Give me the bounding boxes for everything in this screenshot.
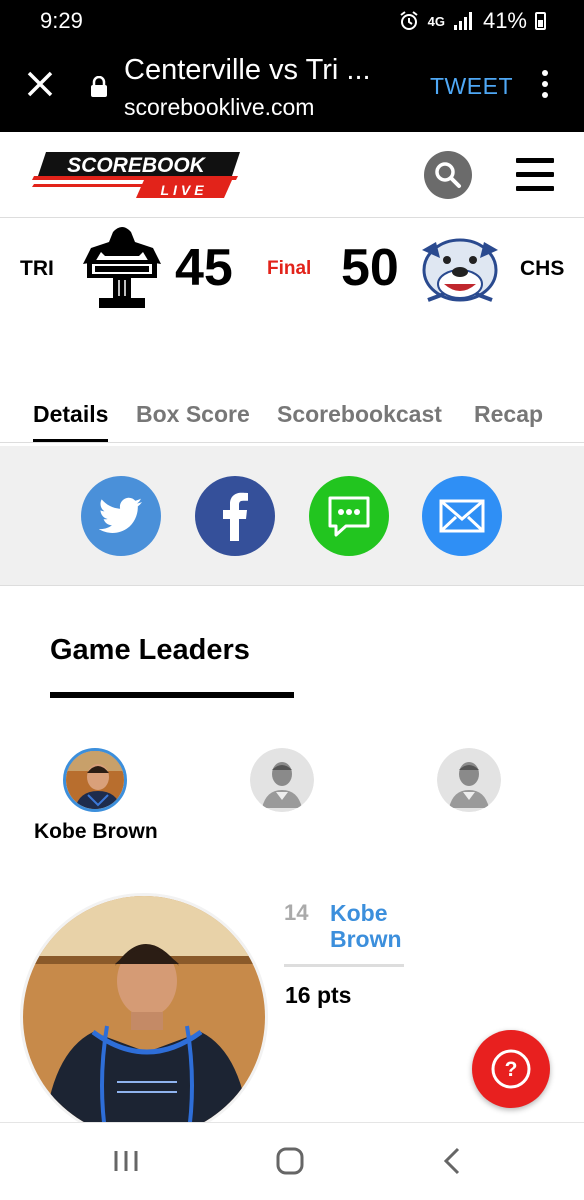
network-type: 4G <box>427 13 445 29</box>
tab-details[interactable]: Details <box>33 401 109 442</box>
logo-text-top: SCOREBOOK <box>67 154 207 177</box>
close-icon[interactable] <box>24 68 56 100</box>
away-team-abbr: TRI <box>20 257 54 280</box>
player-jersey-number: 14 <box>284 900 309 925</box>
tab-box-score[interactable]: Box Score <box>136 401 250 428</box>
sms-icon[interactable] <box>309 476 389 556</box>
away-team-logo[interactable] <box>79 222 165 310</box>
more-options-icon[interactable] <box>542 70 550 103</box>
status-time: 9:29 <box>40 8 83 33</box>
page-title: Centerville vs Tri ... <box>124 54 371 86</box>
tweet-button[interactable]: TWEET <box>430 73 513 100</box>
game-status: Final <box>267 258 312 279</box>
logo-text-bottom: LIVE <box>160 182 207 198</box>
game-leaders-underline <box>50 692 294 698</box>
leader-avatar-3[interactable] <box>437 748 501 812</box>
system-nav-bar <box>0 1122 584 1200</box>
tab-recap[interactable]: Recap <box>474 401 543 428</box>
email-icon[interactable] <box>422 476 502 556</box>
leader-avatar-selected[interactable] <box>63 748 127 812</box>
back-icon[interactable] <box>442 1147 462 1175</box>
site-header: SCOREBOOK LIVE <box>0 132 584 218</box>
home-team-logo[interactable] <box>414 228 506 308</box>
home-score: 50 <box>341 239 399 297</box>
page-url: scorebooklive.com <box>124 94 315 120</box>
twitter-icon[interactable] <box>81 476 161 556</box>
away-score: 45 <box>175 239 233 297</box>
share-bar <box>0 446 584 586</box>
leader-name-label[interactable]: Kobe Brown <box>34 820 158 844</box>
leader-avatar-2[interactable] <box>250 748 314 812</box>
alarm-icon <box>400 11 418 30</box>
player-divider <box>284 964 404 967</box>
help-icon: ? <box>491 1049 531 1089</box>
svg-text:?: ? <box>505 1058 518 1081</box>
recent-apps-icon[interactable] <box>112 1149 140 1173</box>
menu-icon[interactable] <box>516 158 554 200</box>
help-button[interactable]: ? <box>472 1030 550 1108</box>
lock-icon <box>91 76 107 97</box>
browser-toolbar: Centerville vs Tri ... scorebooklive.com… <box>0 42 584 132</box>
game-leaders-title: Game Leaders <box>50 634 250 666</box>
game-tabs: Details Box Score Scorebookcast Recap <box>0 395 584 443</box>
search-icon[interactable] <box>423 150 473 200</box>
battery-percent: 41% <box>482 8 527 33</box>
scorebook-live-logo[interactable]: SCOREBOOK LIVE <box>32 150 242 200</box>
home-icon[interactable] <box>276 1147 304 1175</box>
player-name-link[interactable]: Kobe Brown <box>330 900 430 952</box>
tab-scorebookcast[interactable]: Scorebookcast <box>277 401 442 428</box>
signal-icon <box>453 12 472 30</box>
player-photo <box>20 893 268 1141</box>
battery-icon <box>535 12 546 30</box>
player-stat: 16 pts <box>285 982 352 1008</box>
status-bar: 9:29 4G 41% <box>0 0 584 42</box>
scoreboard: TRI 45 Final 50 CHS <box>0 220 584 315</box>
facebook-icon[interactable] <box>195 476 275 556</box>
home-team-abbr: CHS <box>520 257 565 280</box>
